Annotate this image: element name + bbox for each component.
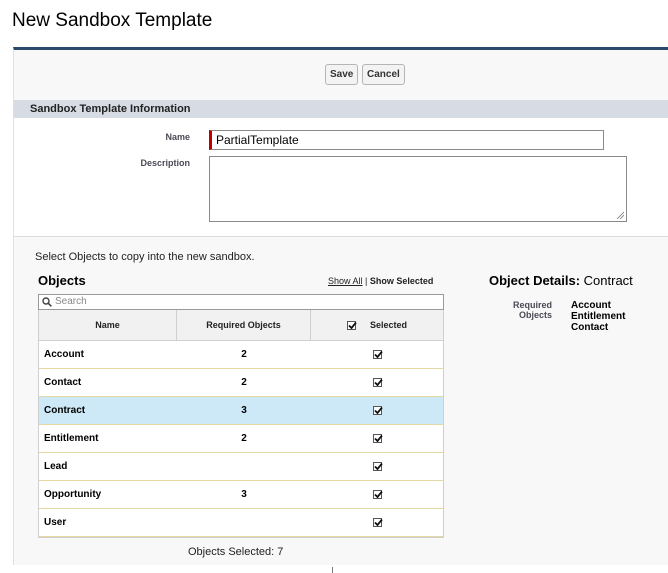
name-label: Name [165,132,190,142]
object-details-name: Contract [583,273,633,288]
checkbox-checked-icon [373,490,383,499]
row-selected-cell [311,481,443,508]
cancel-button[interactable]: Cancel [362,64,405,85]
row-required-cell: 2 [241,349,247,360]
search-placeholder: Search [55,296,87,307]
text-cursor-mark [332,567,333,573]
page-title: New Sandbox Template [12,10,213,31]
objects-table: Name Required Objects Selected Account 2 C… [38,310,444,538]
table-row[interactable]: Contract 3 [39,397,443,425]
row-name-cell[interactable]: Contact [39,369,177,396]
row-selected-cell [311,425,443,452]
object-details-heading: Object Details: Contract [489,273,633,288]
column-header-required[interactable]: Required Objects [177,310,311,340]
row-name-cell[interactable]: Entitlement [39,425,177,452]
required-label-line2: Objects [518,310,552,320]
table-header: Name Required Objects Selected [39,310,443,341]
row-required-cell [177,509,311,536]
description-label: Description [140,158,190,168]
select-all-checkbox[interactable] [346,320,357,330]
button-bar: Save Cancel [14,50,668,101]
required-objects-list: Account Entitlement Contact [571,300,625,333]
row-required-cell: 2 [241,377,247,388]
selected-header-label: Selected [369,320,408,330]
row-required-cell: 3 [241,489,247,500]
checkbox-checked-icon [348,321,357,329]
row-select-checkbox[interactable] [372,378,383,387]
search-icon [42,297,52,307]
row-selected-cell [311,453,443,480]
template-panel: Save Cancel Sandbox Template Information… [13,47,668,565]
table-body: Account 2 Contact 2 Contract 3 Entitlement 2 Lea… [39,341,443,537]
checkbox-checked-icon [373,378,383,387]
objects-heading: Objects [38,273,86,288]
column-header-selected: Selected [311,310,443,340]
table-row[interactable]: Entitlement 2 [39,425,443,453]
resize-grip-icon[interactable] [616,211,624,219]
table-row[interactable]: Contact 2 [39,369,443,397]
name-input[interactable]: PartialTemplate [209,130,604,150]
table-row[interactable]: User [39,509,443,537]
row-select-checkbox[interactable] [372,490,383,499]
objects-selected-label: Objects Selected: [188,546,275,558]
table-row[interactable]: Account 2 [39,341,443,369]
required-label-line1: Required [512,300,552,310]
checkbox-checked-icon [373,434,383,443]
save-button[interactable]: Save [325,64,359,85]
required-object-item: Entitlement [571,311,626,322]
table-row[interactable]: Lead [39,453,443,481]
checkbox-checked-icon [373,462,383,471]
row-select-checkbox[interactable] [372,350,383,359]
required-object-item: Account [571,300,611,311]
row-selected-cell [311,397,443,424]
show-all-link[interactable]: Show All [328,276,363,286]
search-input[interactable]: Search [38,294,444,310]
row-selected-cell [311,509,443,536]
column-header-name[interactable]: Name [39,310,177,340]
row-name-cell[interactable]: Account [39,341,177,368]
row-name-cell[interactable]: Opportunity [39,481,177,508]
template-info-form: Name PartialTemplate Description [14,118,668,237]
show-selected-link[interactable]: Show Selected [370,276,434,286]
row-selected-cell [311,341,443,368]
required-objects-label: Required Objects [494,300,552,320]
link-separator: | [365,276,368,286]
checkbox-checked-icon [373,518,383,527]
checkbox-checked-icon [373,350,383,359]
description-textarea[interactable] [209,156,627,222]
select-objects-intro: Select Objects to copy into the new sand… [35,251,255,263]
row-name-cell[interactable]: Lead [39,453,177,480]
checkbox-checked-icon [373,406,383,415]
row-required-cell: 3 [241,405,247,416]
section-header: Sandbox Template Information [14,100,668,118]
required-object-item: Contact [571,322,609,333]
objects-selected-count: 7 [277,546,284,558]
row-select-checkbox[interactable] [372,462,383,471]
row-select-checkbox[interactable] [372,434,383,443]
row-required-cell [177,453,311,480]
row-required-cell: 2 [241,433,247,444]
row-name-cell[interactable]: Contract [39,397,177,424]
show-filter-links: Show All | Show Selected [328,276,433,286]
row-name-cell[interactable]: User [39,509,177,536]
objects-selected-summary: Objects Selected: 7 [188,546,283,558]
object-details-label: Object Details: [489,273,581,288]
row-selected-cell [311,369,443,396]
table-row[interactable]: Opportunity 3 [39,481,443,509]
row-select-checkbox[interactable] [372,406,383,415]
row-select-checkbox[interactable] [372,518,383,527]
